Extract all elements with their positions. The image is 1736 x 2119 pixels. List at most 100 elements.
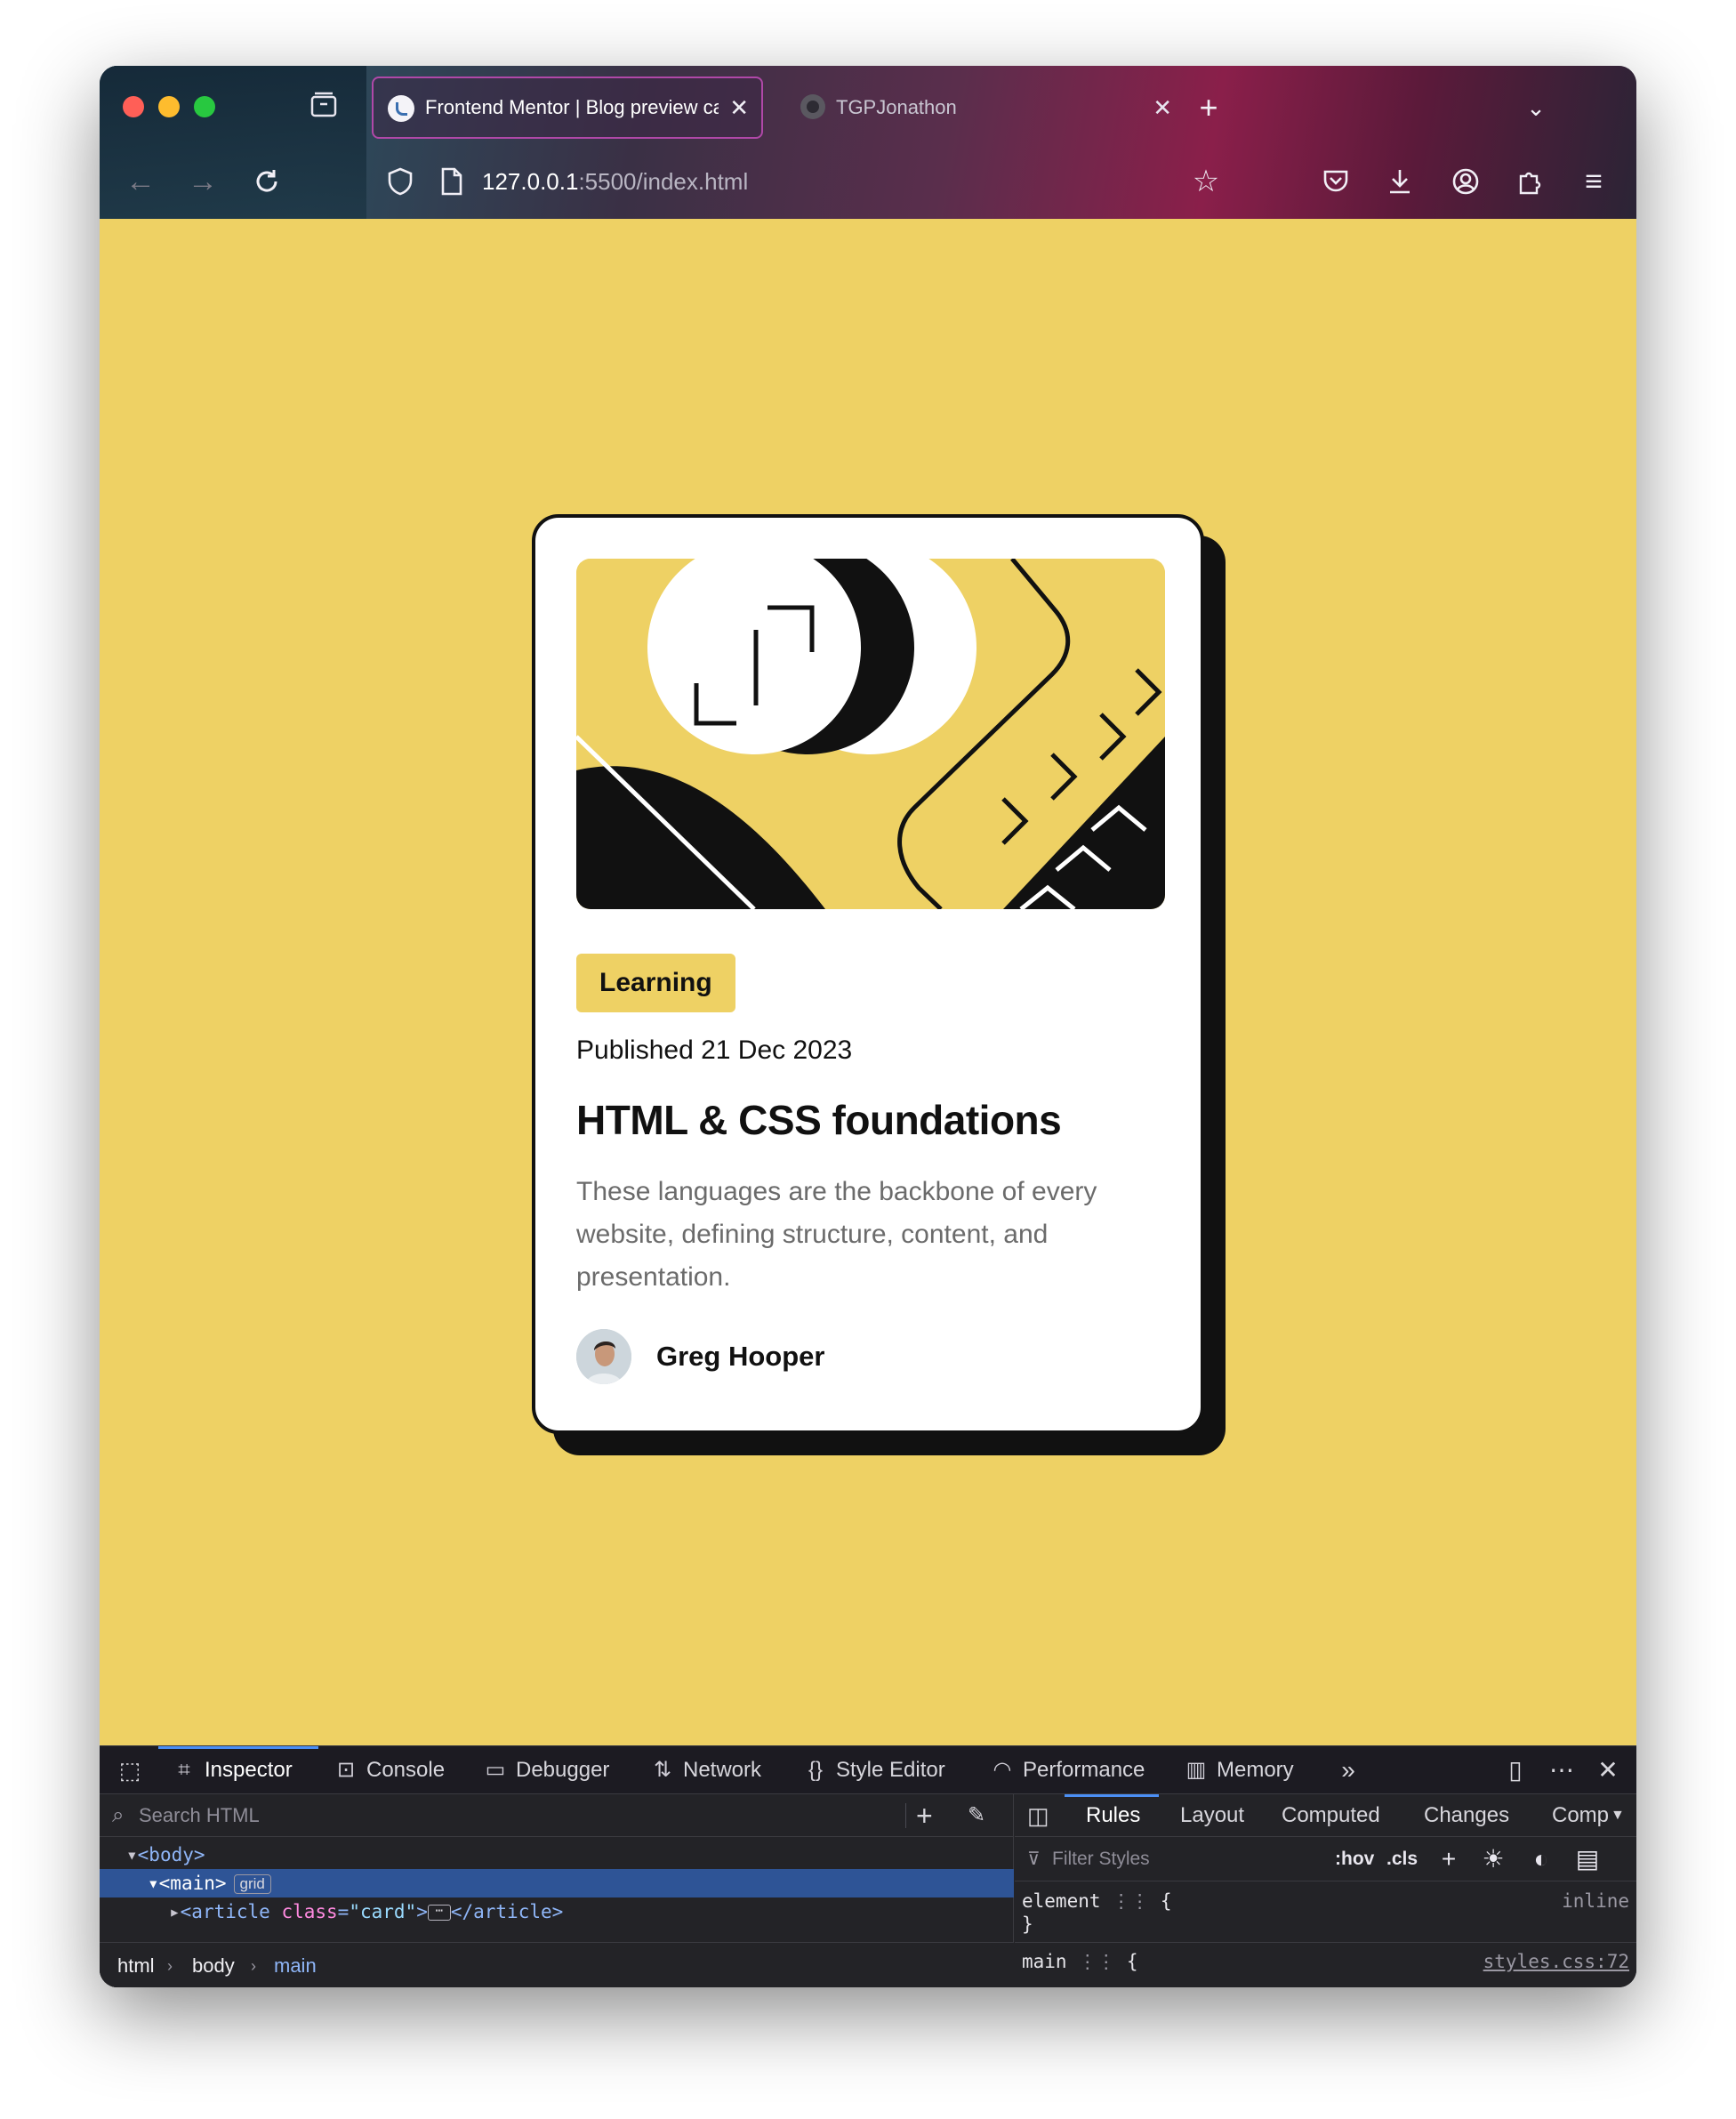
tab-performance[interactable]: ◠ Performance [989, 1746, 1145, 1794]
rules-panel: ◫ Rules Layout Computed Changes Compatib… [1015, 1794, 1636, 1987]
download-icon[interactable] [1378, 160, 1421, 203]
pocket-icon[interactable] [1314, 160, 1357, 203]
tab-github[interactable]: TGPJonathon ✕ [784, 77, 1185, 139]
more-options-icon[interactable]: ⋯ [1544, 1746, 1579, 1794]
performance-icon: ◠ [993, 1758, 1012, 1782]
published-date: Published 21 Dec 2023 [576, 1035, 853, 1065]
tab-computed[interactable]: Computed [1282, 1794, 1380, 1837]
page-icon[interactable] [430, 160, 473, 203]
github-favicon-icon [800, 94, 825, 119]
breadcrumb-html[interactable]: html [117, 1943, 155, 1987]
rule-source-link[interactable]: styles.css:72 [1483, 1947, 1629, 1976]
close-window-button[interactable] [123, 96, 144, 117]
back-arrow-icon[interactable]: ← [119, 160, 162, 203]
tree-node-article[interactable]: ▸<article class="card"> ⋯ </article> [100, 1897, 1014, 1926]
devtools-toolbar: ⬚ ⌗ Inspector ⊡ Console ▭ Debugger ⇅ Network… [100, 1746, 1636, 1794]
url-bar[interactable]: 127.0.0.1:5500/index.html [482, 160, 748, 203]
inspector-icon: ⌗ [178, 1758, 190, 1782]
bookmark-star-icon[interactable]: ☆ [1185, 160, 1227, 203]
brace-open: { [1160, 1890, 1172, 1912]
rule-element-close: } [1022, 1914, 1033, 1935]
rules-tabs: ◫ Rules Layout Computed Changes Compatib… [1015, 1794, 1636, 1837]
add-node-icon[interactable]: + [916, 1794, 933, 1837]
blog-preview-card[interactable]: Learning Published 21 Dec 2023 HTML & CS… [532, 514, 1204, 1434]
selector-main: main [1022, 1951, 1067, 1972]
dark-scheme-icon[interactable]: ◐ [1525, 1837, 1557, 1881]
close-tab-icon[interactable]: ✕ [729, 78, 749, 137]
add-rule-icon[interactable]: + [1433, 1837, 1465, 1881]
search-html-input[interactable] [139, 1801, 619, 1830]
tab-label: Debugger [516, 1758, 610, 1782]
tab-overview-icon[interactable] [306, 89, 342, 125]
forward-arrow-icon[interactable]: → [181, 160, 224, 203]
tree-node-body[interactable]: ▾<body> [100, 1841, 1014, 1869]
console-icon: ⊡ [336, 1758, 356, 1782]
tag-article: <article [180, 1901, 282, 1922]
more-tabs-chevron-icon[interactable]: » [1330, 1746, 1366, 1794]
attr-class: class [281, 1901, 338, 1922]
memory-icon: ▥ [1185, 1758, 1207, 1782]
responsive-design-icon[interactable]: ▯ [1498, 1746, 1533, 1794]
tab-style-editor[interactable]: {} Style Editor [802, 1746, 945, 1794]
tab-network[interactable]: ⇅ Network [649, 1746, 761, 1794]
author-name: Greg Hooper [656, 1341, 825, 1372]
close-devtools-icon[interactable]: ✕ [1590, 1746, 1626, 1794]
tab-memory[interactable]: ▥ Memory [1183, 1746, 1294, 1794]
chevron-right-icon: › [251, 1957, 256, 1975]
breadcrumb-body[interactable]: body [192, 1943, 235, 1987]
caret-down-icon[interactable]: ▼ [1611, 1794, 1625, 1837]
tab-inspector[interactable]: ⌗ Inspector [171, 1746, 292, 1794]
minimize-window-button[interactable] [158, 96, 180, 117]
print-media-icon[interactable]: ▤ [1571, 1837, 1603, 1881]
extensions-puzzle-icon[interactable] [1508, 160, 1551, 203]
breadcrumb-main[interactable]: main [274, 1943, 317, 1987]
rule-element[interactable]: element ⋮⋮ { [1022, 1887, 1171, 1915]
collapsed-ellipsis[interactable]: ⋯ [427, 1905, 451, 1921]
card-title[interactable]: HTML & CSS foundations [576, 1096, 1062, 1144]
tab-console[interactable]: ⊡ Console [333, 1746, 445, 1794]
search-icon: ⌕ [112, 1803, 125, 1827]
close-tab-icon[interactable]: ✕ [1153, 77, 1172, 139]
tag-body: <body> [137, 1844, 205, 1865]
tree-node-main[interactable]: ▾<main> grid [100, 1869, 1014, 1897]
attr-value: "card" [349, 1901, 417, 1922]
navigation-bar: ← → 127.0.0.1:5500/index.html ☆ ≡ [100, 144, 1636, 219]
sidebar-toggle-icon[interactable]: ◫ [1027, 1794, 1049, 1837]
new-tab-icon[interactable]: + [1188, 87, 1229, 128]
style-editor-icon: {} [808, 1758, 824, 1782]
cls-toggle[interactable]: .cls [1386, 1837, 1418, 1881]
hov-toggle[interactable]: :hov [1335, 1837, 1374, 1881]
tag-article-close: </article> [450, 1901, 564, 1922]
zoom-window-button[interactable] [194, 96, 215, 117]
devtools-panel: ⬚ ⌗ Inspector ⊡ Console ▭ Debugger ⇅ Network… [100, 1745, 1636, 1987]
tab-changes[interactable]: Changes [1424, 1794, 1509, 1837]
network-icon: ⇅ [653, 1758, 672, 1782]
filter-styles-row: ⊽ :hov .cls + ☀ ◐ ▤ [1015, 1837, 1636, 1881]
divider [1015, 1942, 1636, 1943]
element-picker-icon[interactable]: ⬚ [112, 1746, 148, 1794]
eyedropper-icon[interactable]: ✎ [968, 1794, 985, 1837]
chevron-down-icon[interactable]: ⌄ [1515, 87, 1556, 128]
url-host: 127.0.0.1 [482, 168, 579, 195]
rule-main[interactable]: main ⋮⋮ { [1022, 1947, 1138, 1976]
tab-rules[interactable]: Rules [1086, 1794, 1140, 1837]
page-viewport: Learning Published 21 Dec 2023 HTML & CS… [100, 219, 1636, 1745]
reload-icon[interactable] [245, 160, 288, 203]
chevron-right-icon: › [167, 1957, 173, 1975]
tab-blog-preview[interactable]: Frontend Mentor | Blog preview card ✕ [372, 77, 763, 139]
account-icon[interactable] [1444, 160, 1487, 203]
light-scheme-icon[interactable]: ☀ [1477, 1837, 1509, 1881]
tab-debugger[interactable]: ▭ Debugger [482, 1746, 610, 1794]
tab-title: Frontend Mentor | Blog preview card [425, 96, 719, 118]
divider [905, 1803, 906, 1828]
menu-hamburger-icon[interactable]: ≡ [1572, 160, 1615, 203]
grid-badge[interactable]: grid [233, 1874, 271, 1894]
breadcrumb: html › body › main [100, 1942, 1014, 1987]
tab-compatibility[interactable]: Compatibility [1552, 1794, 1609, 1837]
shield-icon[interactable] [379, 160, 422, 203]
url-path: :5500/index.html [578, 168, 749, 195]
html-search-bar: ⌕ + ✎ [100, 1794, 1014, 1837]
filter-styles-input[interactable] [1052, 1846, 1319, 1873]
tab-layout[interactable]: Layout [1180, 1794, 1244, 1837]
tab-label: Performance [1023, 1758, 1145, 1782]
